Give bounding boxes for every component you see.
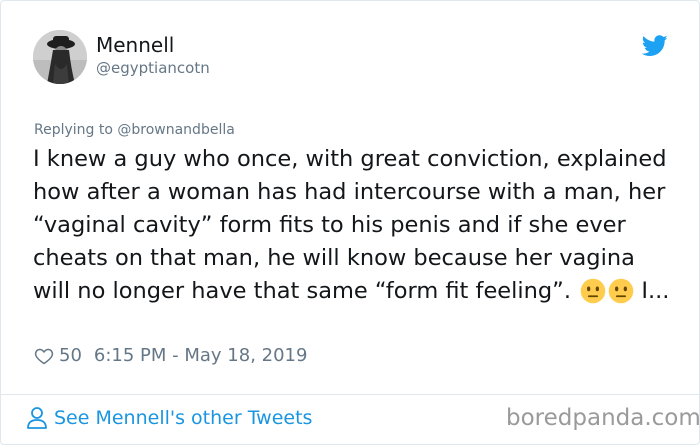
- author-handle[interactable]: @egyptiancotn: [96, 59, 210, 77]
- author-display-name[interactable]: Mennell: [96, 33, 174, 57]
- heart-icon[interactable]: [34, 346, 54, 366]
- tweet-card: Mennell @egyptiancotn Replying to @brown…: [0, 0, 700, 445]
- person-icon: [27, 407, 47, 429]
- tweet-text: I knew a guy who once, with great convic…: [33, 143, 673, 308]
- neutral-face-emoji: [580, 278, 606, 304]
- see-other-tweets-label: See Mennell's other Tweets: [54, 407, 313, 429]
- avatar[interactable]: [33, 30, 87, 84]
- like-count[interactable]: 50: [59, 345, 82, 366]
- tweet-text-tail: I...: [641, 278, 670, 304]
- neutral-face-emoji: [608, 278, 634, 304]
- tweet-timestamp[interactable]: 6:15 PM - May 18, 2019: [94, 345, 308, 366]
- see-other-tweets-link[interactable]: See Mennell's other Tweets: [26, 406, 312, 430]
- tweet-body: I knew a guy who once, with great convic…: [33, 146, 667, 304]
- avatar-photo: [33, 30, 87, 84]
- divider: [1, 394, 699, 395]
- reply-context[interactable]: Replying to @brownandbella: [34, 122, 235, 138]
- twitter-bird-icon[interactable]: [642, 35, 668, 57]
- tweet-meta: 50 6:15 PM - May 18, 2019: [34, 345, 307, 366]
- boredpanda-watermark: boredpanda.com: [506, 405, 700, 431]
